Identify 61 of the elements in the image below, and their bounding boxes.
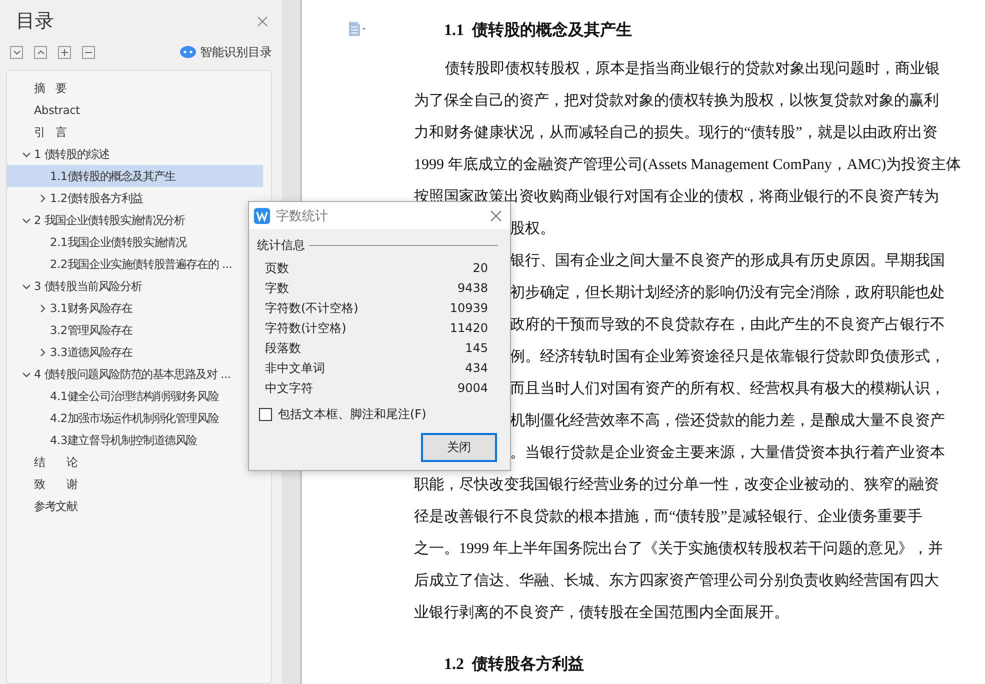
toc-item[interactable]: 3.1财务风险存在 [7, 297, 263, 319]
toc-item[interactable]: 1 债转股的综述 [7, 143, 263, 165]
paragraph-line: 为了保全自己的资产，把对贷款对象的债权转换为股权，以恢复贷款对象的赢利 [414, 92, 939, 110]
toc-item[interactable]: 3 债转股当前风险分析 [7, 275, 263, 297]
app-logo-icon [254, 208, 270, 224]
stat-value: 10939 [450, 301, 488, 315]
stat-label: 字符数(不计空格) [265, 300, 358, 316]
paragraph-line: 债转股即债权转股权，原本是指当商业银行的贷款对象出现问题时，商业银 [445, 60, 940, 78]
paragraph-line: 后成立了信达、华融、长城、东方四家资产管理公司分别负责收购经营国有四大 [414, 571, 939, 590]
stat-label: 段落数 [265, 340, 301, 356]
smart-toc-button[interactable]: 智能识别目录 [180, 44, 272, 60]
stat-label: 非中文单词 [265, 360, 325, 376]
robot-icon [180, 46, 196, 58]
collapse-all-icon[interactable] [34, 46, 47, 58]
checkbox[interactable] [259, 408, 272, 421]
paragraph-line: 1999 年底成立的金融资产管理公司(Assets Management ComPany，AMC)为投资主体 [414, 155, 962, 174]
toc-item[interactable]: 2 我国企业债转股实施情况分析 [7, 209, 263, 231]
panel-title: 目录 [16, 9, 54, 34]
expand-all-icon[interactable] [10, 46, 23, 58]
paragraph-line: 初步确定，但长期计划经济的影响仍没有完全消除，政府职能也处 [510, 283, 945, 302]
group-label: 统计信息 [257, 237, 305, 254]
stat-label: 中文字符 [265, 380, 313, 396]
stat-value: 145 [465, 341, 488, 355]
toc-item[interactable]: 摘 要 [7, 77, 263, 99]
paragraph-line: 银行、国有企业之间大量不良资产的形成具有历史原因。早期我国 [510, 251, 945, 270]
stat-label: 字数 [265, 280, 289, 296]
dialog-title: 字数统计 [276, 208, 328, 224]
close-button[interactable]: 关闭 [421, 433, 497, 462]
toc-item[interactable]: 1.2债转股各方利益 [7, 187, 263, 209]
paragraph-line: 。当银行贷款是企业资金主要来源，大量借贷资本执行着产业资本 [510, 443, 945, 462]
stat-label: 字符数(计空格) [265, 320, 346, 336]
toc-item[interactable]: 引 言 [7, 121, 263, 143]
toc-item[interactable]: 4 债转股问题风险防范的基本思路及对 ... [7, 363, 263, 385]
stat-value: 11420 [450, 321, 488, 335]
toc-item[interactable]: 致 谢 [7, 473, 263, 495]
paragraph-line: 机制僵化经营效率不高，偿还贷款的能力差，是酿成大量不良资产 [510, 411, 945, 430]
toc-item[interactable]: Abstract [7, 99, 263, 121]
close-icon[interactable] [257, 16, 268, 26]
toc-item[interactable]: 3.3道德风险存在 [7, 341, 263, 363]
stat-value: 20 [472, 261, 488, 275]
paragraph-line: 力和财务健康状况，从而减轻自己的损失。现行的“债转股”，就是以由政府出资 [414, 123, 938, 142]
paragraph-line: 股权。 [510, 220, 555, 238]
section-heading: 1.1 债转股的概念及其产生 [444, 20, 633, 41]
toc-item[interactable]: 参考文献 [7, 495, 263, 517]
paragraph-line: 职能，尽快改变我国银行经营业务的过分单一性，改变企业被动的、狭窄的融资 [414, 476, 939, 494]
paragraph-line: 之一。1999 年上半年国务院出台了《关于实施债权转股权若干问题的意见》，并 [414, 539, 943, 558]
toc-item[interactable]: 1.1债转股的概念及其产生 [7, 165, 263, 187]
paragraph-line: 例。经济转轨时国有企业筹资途径只是依靠银行贷款即负债形式， [510, 347, 945, 366]
close-icon[interactable] [490, 210, 502, 222]
checkbox-label: 包括文本框、脚注和尾注(F) [278, 406, 426, 423]
paragraph-line: 而且当时人们对国有资产的所有权、经营权具有极大的模糊认识， [510, 380, 945, 398]
stat-value: 9438 [457, 281, 488, 295]
plus-icon[interactable] [58, 46, 71, 58]
paragraph-line: 政府的干预而导致的不良贷款存在，由此产生的不良资产占银行不 [510, 315, 945, 334]
paragraph-line: 径是改善银行不良贷款的根本措施，而“债转股”是减轻银行、企业债务重要手 [414, 507, 922, 526]
section-heading: 1.2 债转股各方利益 [444, 654, 585, 675]
stat-value: 434 [465, 361, 488, 375]
paragraph-line: 业银行剥离的不良资产，债转股在全国范围内全面展开。 [414, 603, 789, 622]
stat-label: 页数 [265, 260, 289, 276]
minus-icon[interactable] [82, 46, 95, 58]
stat-value: 9004 [457, 381, 488, 395]
